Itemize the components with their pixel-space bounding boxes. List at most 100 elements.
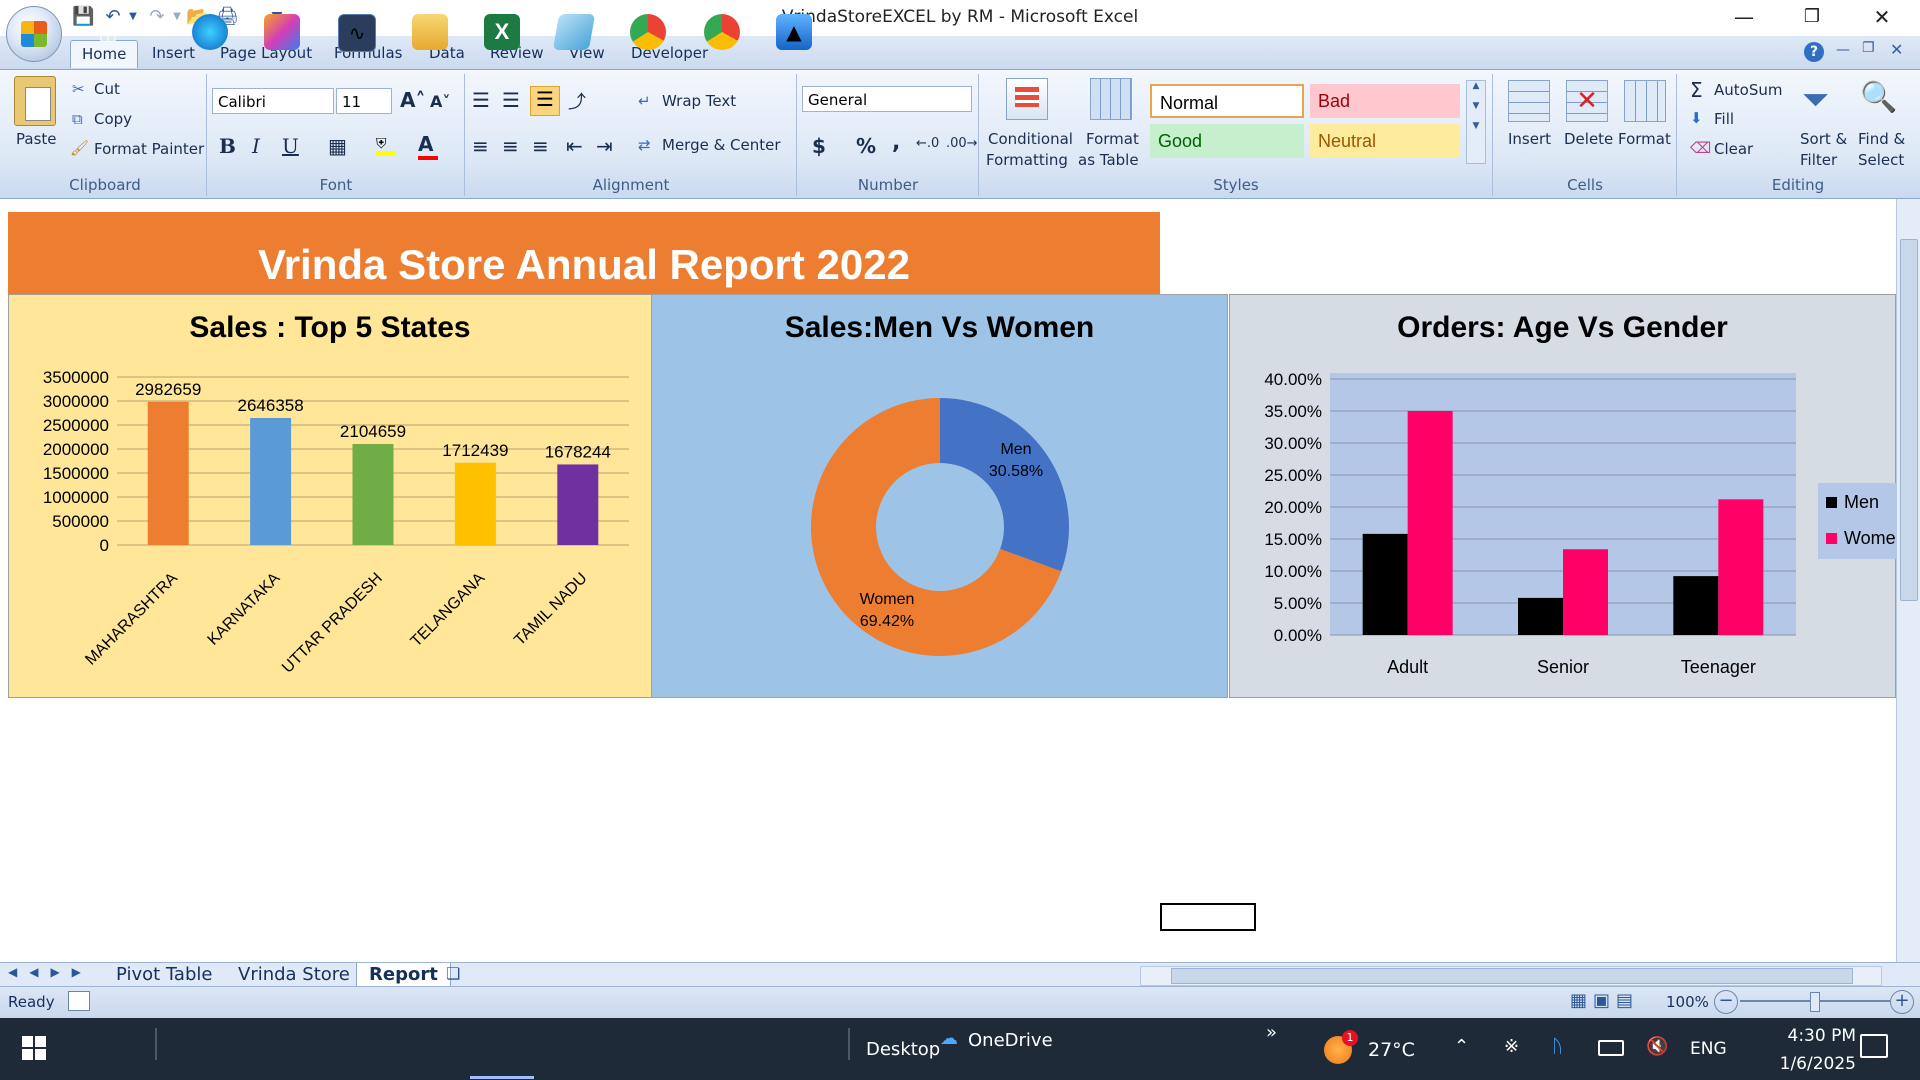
language-indicator[interactable]: ENG	[1690, 1039, 1727, 1059]
grow-font-icon[interactable]: A˄	[400, 88, 425, 112]
shrink-font-icon[interactable]: A˅	[430, 92, 450, 111]
fill-button[interactable]: Fill	[1714, 110, 1734, 128]
zoom-slider-thumb[interactable]	[1810, 992, 1820, 1012]
horizontal-scrollbar[interactable]	[1140, 966, 1882, 986]
style-good[interactable]: Good	[1150, 124, 1304, 158]
bluetooth-icon[interactable]: ᚢ	[1552, 1036, 1563, 1057]
chart-men-vs-women[interactable]: Sales:Men Vs Women Men 30.58% Women 69.42%	[651, 294, 1228, 698]
sheet-nav-icons[interactable]: ◀◀▶▶	[8, 965, 93, 979]
conditional-formatting-icon[interactable]	[1006, 78, 1048, 120]
volume-muted-icon[interactable]: 🔇	[1646, 1036, 1668, 1057]
chart-age-vs-gender[interactable]: Orders: Age Vs Gender 0.00% 5.00% 10.00% 15…	[1229, 294, 1897, 698]
restore-icon[interactable]: ❐	[1784, 0, 1840, 34]
sort-filter-label[interactable]: Filter	[1800, 151, 1837, 169]
currency-button[interactable]: $	[812, 134, 826, 158]
find-select-button[interactable]: Find &	[1858, 130, 1905, 148]
font-size-combo[interactable]: 11	[336, 88, 392, 114]
style-bad[interactable]: Bad	[1310, 84, 1460, 118]
clock-date[interactable]: 1/6/2025	[1752, 1054, 1856, 1074]
ribbon-close-icon[interactable]: ✕	[1890, 40, 1903, 59]
bold-button[interactable]: B	[219, 134, 236, 158]
photos-icon[interactable]: ▲	[776, 14, 812, 50]
show-more-icon[interactable]: »	[1266, 1022, 1277, 1043]
paste-button[interactable]: Paste	[16, 130, 57, 148]
onedrive-icon[interactable]: ☁	[940, 1028, 958, 1049]
macro-record-icon[interactable]	[68, 991, 90, 1011]
battery-icon[interactable]	[1598, 1040, 1624, 1056]
horizontal-scroll-thumb[interactable]	[1171, 968, 1853, 984]
tray-chevron-icon[interactable]: ⌃	[1454, 1036, 1469, 1057]
increase-indent-icon[interactable]: ⇥	[596, 134, 613, 158]
clear-icon[interactable]: ⌫	[1690, 139, 1711, 157]
notes-app-icon[interactable]	[552, 14, 596, 50]
align-bottom-icon[interactable]: ☰	[530, 86, 560, 116]
file-explorer-icon[interactable]	[412, 14, 448, 50]
borders-icon[interactable]: ▦	[328, 134, 347, 158]
view-mode-icons[interactable]: ▦▣▤	[1570, 990, 1650, 1012]
zoom-out-icon[interactable]: −	[1714, 990, 1738, 1014]
decrease-decimal-icon[interactable]: .00→	[946, 136, 978, 151]
chrome-icon[interactable]	[630, 14, 666, 50]
merge-center-button[interactable]: Merge & Center	[662, 136, 781, 154]
onedrive-label[interactable]: OneDrive	[968, 1030, 1053, 1051]
clear-button[interactable]: Clear	[1714, 140, 1753, 158]
orientation-icon[interactable]: ⤴	[568, 88, 586, 114]
insert-cells-icon[interactable]	[1508, 80, 1550, 122]
autosum-button[interactable]: AutoSum	[1714, 81, 1782, 99]
sort-filter-button[interactable]: Sort &	[1800, 130, 1847, 148]
office-button[interactable]	[6, 6, 62, 62]
align-middle-icon[interactable]: ☰	[502, 88, 520, 112]
format-as-table-icon[interactable]	[1090, 78, 1132, 120]
find-select-label[interactable]: Select	[1858, 151, 1904, 169]
number-format-combo[interactable]: General	[802, 86, 972, 112]
zoom-level[interactable]: 100%	[1666, 993, 1709, 1011]
sheet-tab-vrinda-store[interactable]: Vrinda Store	[226, 963, 362, 986]
help-icon[interactable]: ?	[1804, 42, 1824, 62]
font-name-combo[interactable]: Calibri	[212, 88, 334, 114]
find-select-icon[interactable]: 🔍	[1860, 80, 1897, 115]
delete-cells-button[interactable]: Delete	[1564, 130, 1613, 148]
format-cells-icon[interactable]	[1624, 80, 1666, 122]
sort-filter-icon[interactable]: ⏷	[1802, 80, 1829, 120]
chrome-profile-icon[interactable]	[704, 14, 740, 50]
ribbon-minimize-icon[interactable]: —	[1836, 42, 1850, 58]
style-normal[interactable]: Normal	[1150, 84, 1304, 118]
format-cells-button[interactable]: Format	[1618, 130, 1671, 148]
align-left-icon[interactable]: ≡	[472, 134, 489, 158]
conditional-formatting-label[interactable]: Formatting	[986, 151, 1068, 169]
paste-icon[interactable]	[14, 76, 56, 126]
merge-center-icon[interactable]: ⇄	[638, 136, 651, 154]
zoom-in-icon[interactable]: +	[1890, 990, 1914, 1014]
edge-icon[interactable]	[192, 14, 228, 50]
format-as-table-label[interactable]: as Table	[1078, 151, 1139, 169]
mysql-icon[interactable]: ∿	[338, 14, 376, 52]
align-right-icon[interactable]: ≡	[532, 134, 549, 158]
copy-icon[interactable]: ⧉	[72, 110, 83, 128]
sheet-tab-pivot-table[interactable]: Pivot Table	[104, 963, 224, 986]
percent-button[interactable]: %	[856, 134, 876, 158]
underline-button[interactable]: U	[282, 134, 299, 158]
sheet-tab-report[interactable]: Report	[356, 963, 451, 987]
insert-sheet-icon[interactable]: ❏	[446, 964, 460, 983]
wrap-text-button[interactable]: Wrap Text	[662, 92, 736, 110]
style-neutral[interactable]: Neutral	[1310, 124, 1460, 158]
format-painter-button[interactable]: Format Painter	[94, 140, 204, 158]
excel-taskbar-icon[interactable]: X	[484, 14, 520, 50]
insert-cells-button[interactable]: Insert	[1508, 130, 1551, 148]
increase-decimal-icon[interactable]: ←.0	[916, 136, 939, 151]
chart-top5-states[interactable]: Sales : Top 5 States 0 500000 1000000 15000…	[8, 294, 652, 698]
weather-temp[interactable]: 27°C	[1368, 1039, 1415, 1061]
fill-color-icon[interactable]: ⛨	[376, 136, 396, 156]
copilot-icon[interactable]	[264, 14, 300, 50]
align-top-icon[interactable]: ☰	[472, 88, 490, 112]
cut-icon[interactable]: ✂	[72, 80, 85, 98]
close-icon[interactable]: ✕	[1854, 0, 1910, 34]
italic-button[interactable]: I	[252, 134, 260, 158]
styles-gallery-scroll[interactable]: ▲ ▼ ▼	[1466, 80, 1486, 164]
minimize-icon[interactable]: —	[1716, 0, 1772, 34]
copy-button[interactable]: Copy	[94, 110, 132, 128]
decrease-indent-icon[interactable]: ⇤	[566, 134, 583, 158]
clock-time[interactable]: 4:30 PM	[1752, 1026, 1857, 1046]
autosum-icon[interactable]: Σ	[1690, 78, 1703, 102]
align-center-icon[interactable]: ≡	[502, 134, 519, 158]
